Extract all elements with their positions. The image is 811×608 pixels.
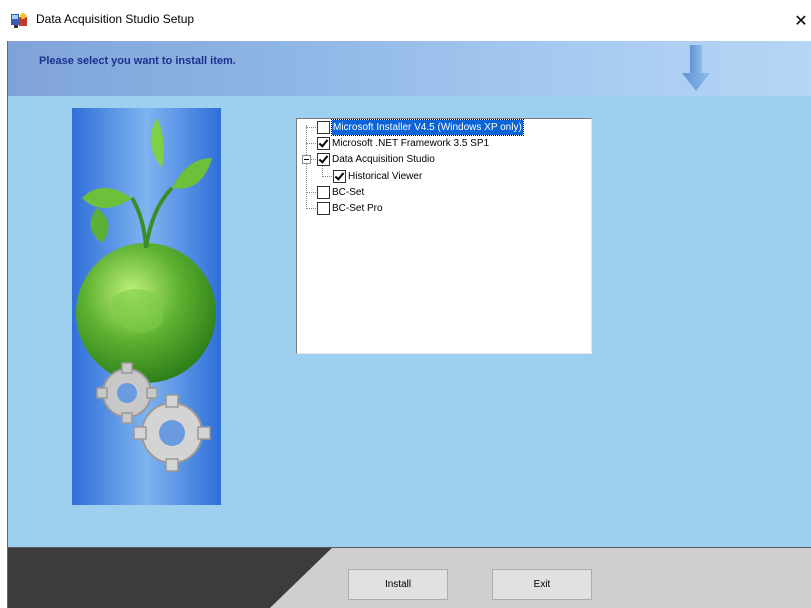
tree-item-label: Microsoft Installer V4.5 (Windows XP onl… — [331, 119, 524, 136]
checkbox[interactable] — [317, 137, 330, 150]
checkbox[interactable] — [333, 170, 346, 183]
checkbox[interactable] — [317, 186, 330, 199]
title-bar: Data Acquisition Studio Setup ✕ — [0, 0, 811, 41]
app-setup-icon — [11, 13, 27, 28]
footer-bar: Install Exit — [8, 547, 811, 608]
tree-item-label: Microsoft .NET Framework 3.5 SP1 — [332, 138, 490, 149]
globe-with-sprout-and-gears-image — [72, 108, 221, 505]
tree-item-label: Data Acquisition Studio — [332, 154, 435, 165]
header-banner: Please select you want to install item. — [8, 41, 811, 96]
checkbox[interactable] — [317, 202, 330, 215]
tree-line — [306, 125, 307, 207]
checkbox[interactable] — [317, 121, 330, 134]
tree-line — [306, 192, 316, 193]
checkbox[interactable] — [317, 153, 330, 166]
tree-item-label: BC-Set Pro — [332, 203, 383, 214]
close-icon[interactable]: ✕ — [791, 0, 811, 41]
tree-line — [306, 208, 316, 209]
collapse-icon[interactable] — [302, 155, 311, 164]
main-panel: Microsoft Installer V4.5 (Windows XP onl… — [8, 96, 811, 547]
tree-line — [322, 176, 332, 177]
down-arrow-icon — [682, 45, 710, 91]
instruction-text: Please select you want to install item. — [39, 55, 236, 67]
install-button[interactable]: Install — [348, 569, 448, 600]
tree-line — [306, 127, 316, 128]
window-title: Data Acquisition Studio Setup — [36, 12, 195, 26]
tree-item-label: Historical Viewer — [348, 171, 423, 182]
exit-button[interactable]: Exit — [492, 569, 592, 600]
component-tree[interactable]: Microsoft Installer V4.5 (Windows XP onl… — [296, 118, 592, 354]
tree-line — [306, 143, 316, 144]
tree-item-label: BC-Set — [332, 187, 365, 198]
